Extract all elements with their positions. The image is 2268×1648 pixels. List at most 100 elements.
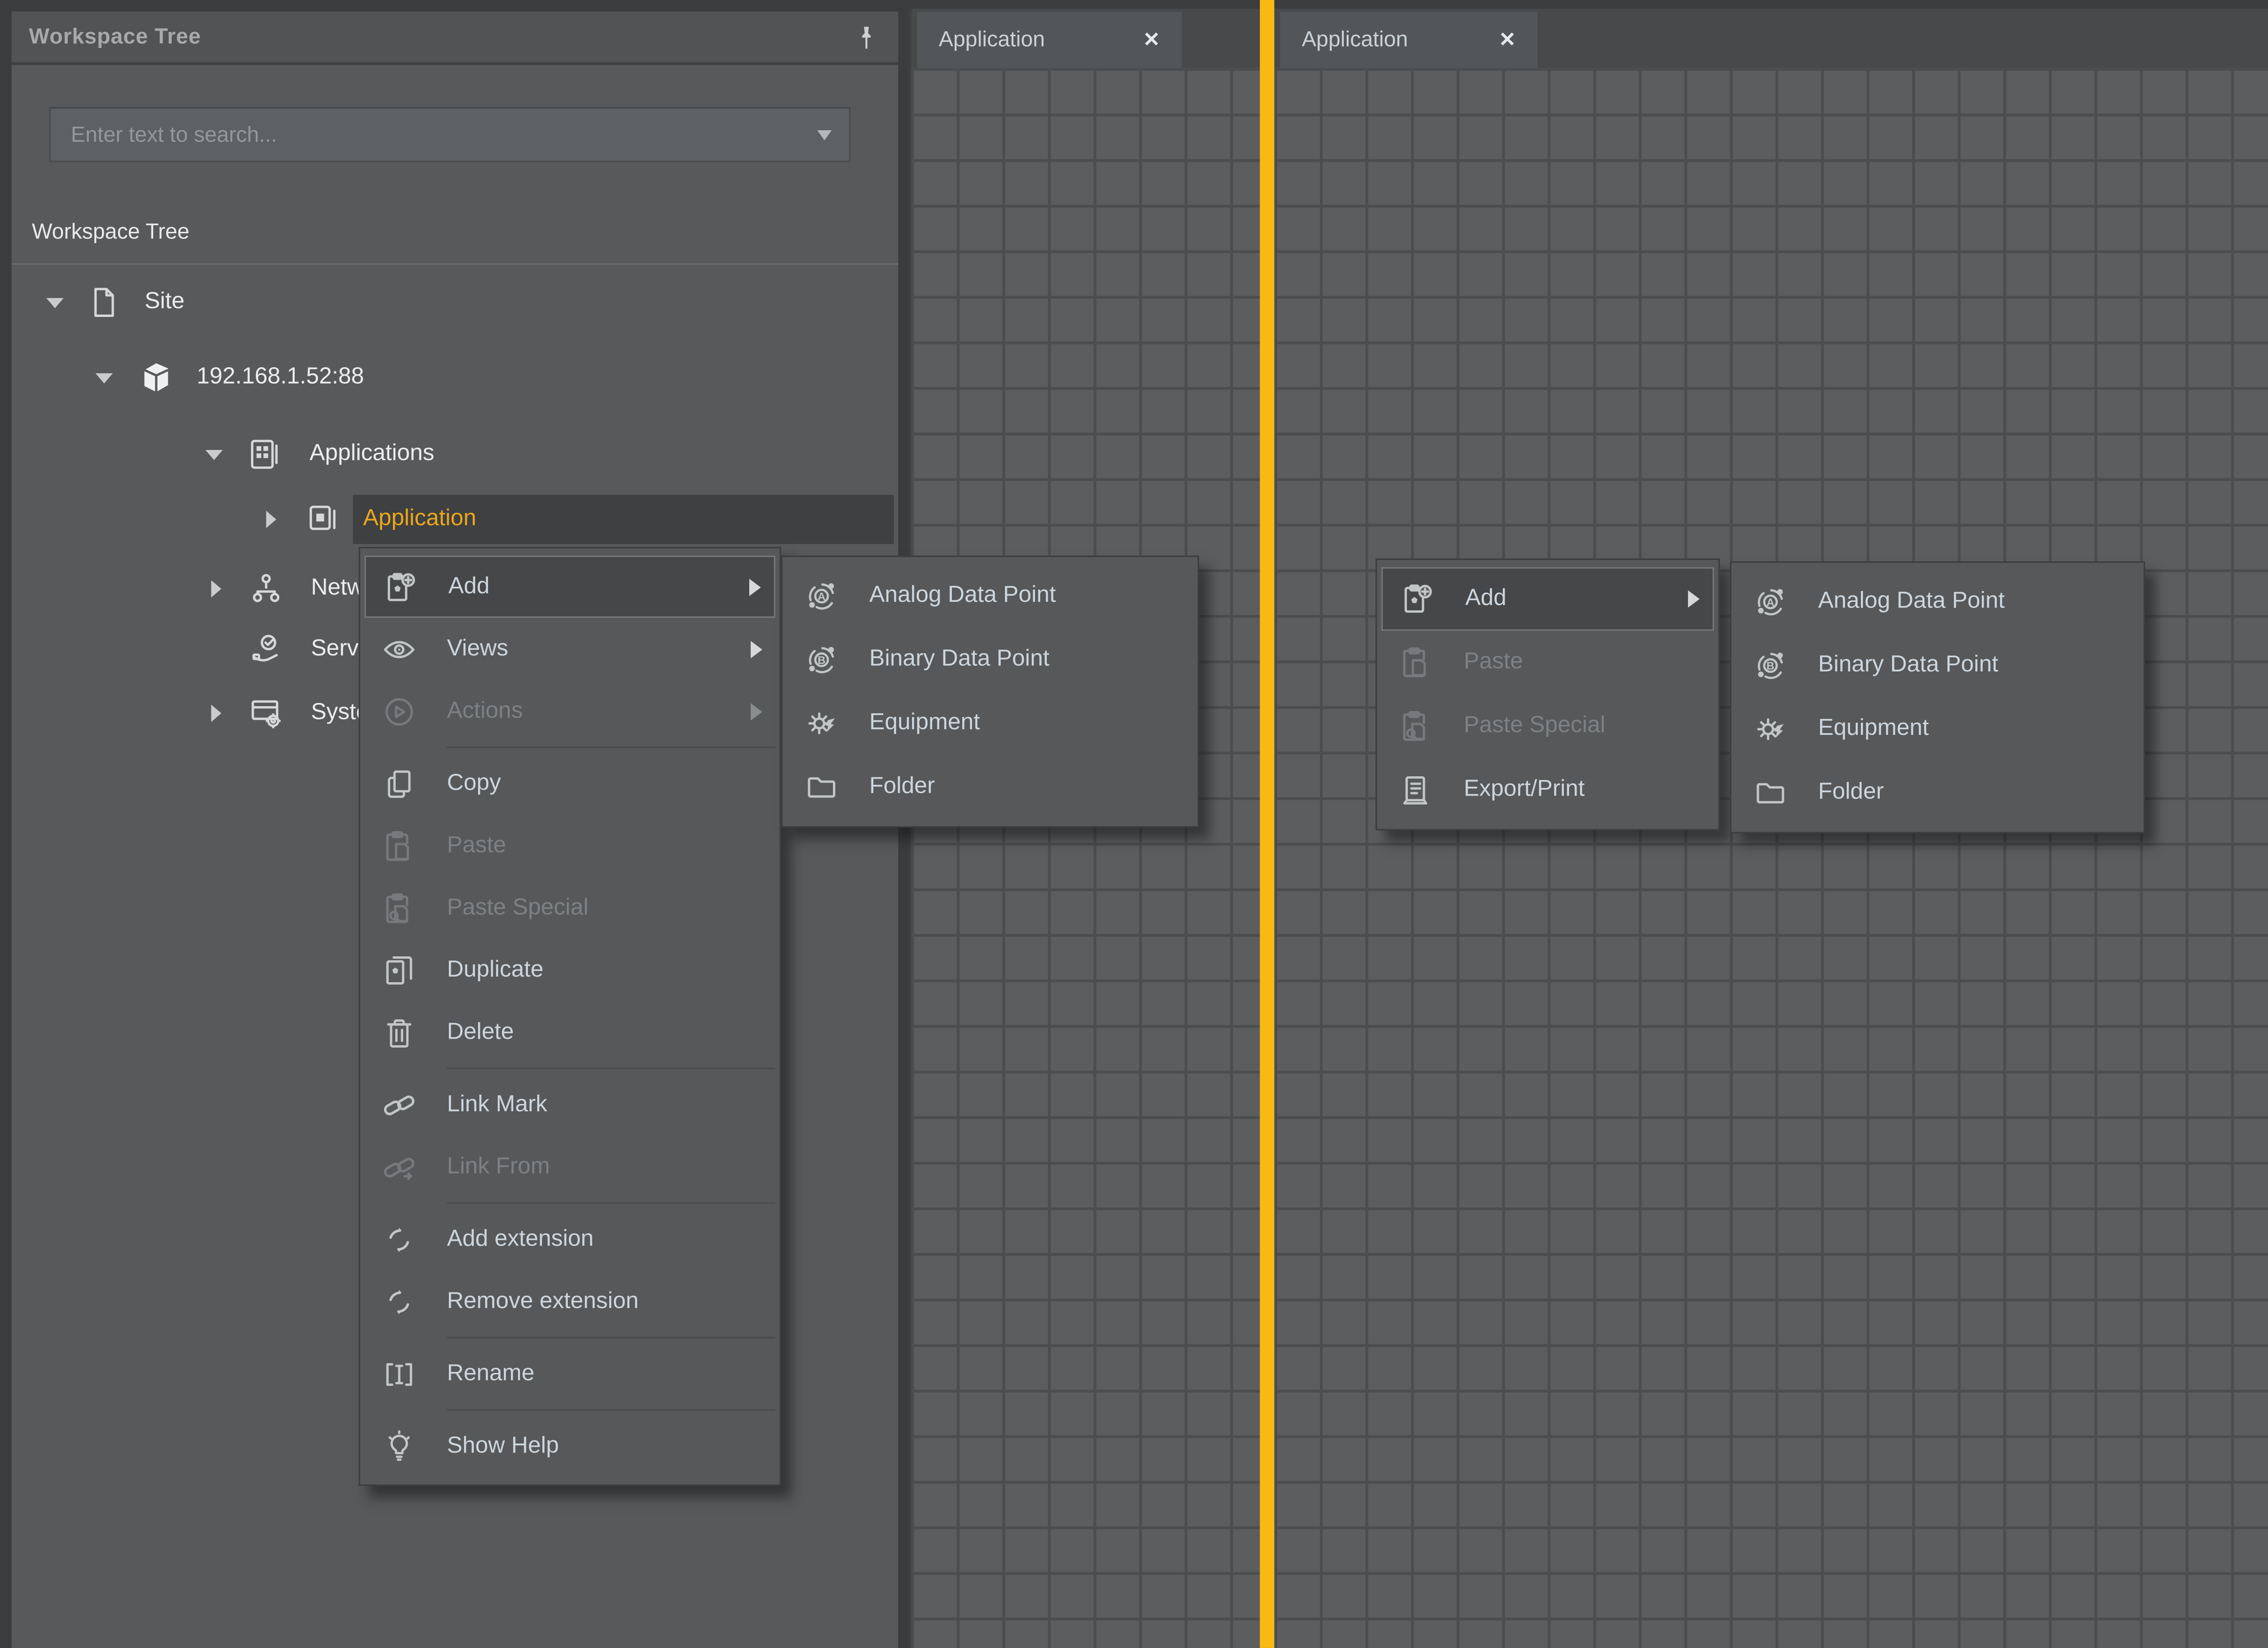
menu-item-remove-extension[interactable]: Remove extension bbox=[360, 1270, 779, 1333]
menu-separator bbox=[447, 1409, 776, 1411]
expand-arrow-icon[interactable] bbox=[266, 511, 276, 528]
wiresheet-pane-left: Application ✕ bbox=[908, 8, 1260, 1648]
submenu-arrow-icon bbox=[751, 702, 762, 720]
expand-arrow-icon[interactable] bbox=[211, 705, 221, 722]
help-icon bbox=[380, 1427, 418, 1465]
system-icon bbox=[247, 694, 285, 732]
menu-item-analog-data-point[interactable]: AAnalog Data Point bbox=[1731, 570, 2143, 633]
menu-item-label: Folder bbox=[1818, 780, 2129, 806]
services-icon bbox=[247, 631, 285, 669]
folder-icon bbox=[803, 768, 840, 806]
menu-item-add[interactable]: Add bbox=[364, 556, 775, 618]
svg-text:A: A bbox=[817, 590, 825, 602]
menu-item-folder[interactable]: Folder bbox=[1731, 761, 2143, 825]
tree-item-application[interactable]: Application bbox=[12, 495, 898, 544]
applications-icon bbox=[246, 435, 283, 473]
close-icon[interactable]: ✕ bbox=[1143, 27, 1160, 52]
chevron-down-icon[interactable] bbox=[817, 129, 832, 140]
pin-icon[interactable] bbox=[852, 23, 881, 52]
submenu-arrow-icon bbox=[749, 578, 761, 595]
context-menu-right: Add Paste Paste SpecialExport/Print bbox=[1375, 559, 1719, 831]
menu-item-label: Equipment bbox=[1818, 716, 2129, 742]
device-icon bbox=[136, 357, 176, 398]
caption-separator bbox=[12, 263, 898, 265]
equipment-icon bbox=[803, 705, 840, 742]
duplicate-icon bbox=[380, 951, 418, 989]
tree-item-label: Site bbox=[145, 289, 185, 315]
menu-item-paste-special: Paste Special bbox=[360, 877, 779, 939]
binary-icon: B bbox=[803, 641, 840, 678]
menu-item-rename[interactable]: Rename bbox=[360, 1343, 779, 1405]
tree-item-192-168-1-52-88[interactable]: 192.168.1.52:88 bbox=[12, 353, 898, 402]
menu-item-binary-data-point[interactable]: BBinary Data Point bbox=[783, 628, 1198, 692]
tab-application-left[interactable]: Application ✕ bbox=[917, 12, 1182, 68]
expand-arrow-icon[interactable] bbox=[211, 580, 221, 598]
tree-item-site[interactable]: Site bbox=[12, 278, 898, 327]
paste-icon bbox=[1397, 644, 1435, 681]
extension-icon bbox=[380, 1283, 418, 1320]
tree-caption: Workspace Tree bbox=[32, 220, 189, 244]
collapse-arrow-icon[interactable] bbox=[95, 373, 113, 384]
menu-item-label: Equipment bbox=[869, 710, 1183, 736]
menu-item-copy[interactable]: Copy bbox=[360, 752, 779, 814]
menu-item-link-from: Link From bbox=[360, 1136, 779, 1198]
tab-application-right[interactable]: Application ✕ bbox=[1280, 12, 1538, 68]
menu-item-label: Add bbox=[1465, 586, 1688, 612]
menu-separator bbox=[447, 1068, 776, 1069]
link-from-icon bbox=[380, 1148, 418, 1186]
menu-item-label: Link Mark bbox=[447, 1092, 765, 1118]
menu-item-label: Paste Special bbox=[447, 895, 765, 921]
collapse-arrow-icon[interactable] bbox=[46, 298, 63, 308]
menu-item-label: Show Help bbox=[447, 1433, 765, 1459]
panel-title: Workspace Tree bbox=[29, 24, 201, 49]
grid-canvas-left[interactable] bbox=[911, 68, 1260, 1648]
tree-item-label: Application bbox=[363, 506, 476, 532]
menu-item-duplicate[interactable]: Duplicate bbox=[360, 939, 779, 1001]
menu-item-paste-special: Paste Special bbox=[1377, 694, 1718, 758]
equipment-icon bbox=[1751, 710, 1789, 748]
menu-item-add[interactable]: Add bbox=[1381, 567, 1714, 631]
add-submenu: AAnalog Data PointBBinary Data Point Equi… bbox=[781, 556, 1199, 828]
menu-item-add-extension[interactable]: Add extension bbox=[360, 1208, 779, 1270]
search-input[interactable] bbox=[68, 121, 817, 148]
paste-special-icon bbox=[380, 889, 418, 927]
menu-item-label: Copy bbox=[447, 771, 765, 796]
menu-item-delete[interactable]: Delete bbox=[360, 1001, 779, 1063]
menu-item-label: Paste bbox=[1464, 650, 1704, 676]
grid-canvas-right[interactable] bbox=[1274, 68, 2268, 1648]
tab-label: Application bbox=[1302, 27, 1408, 52]
tree-item-applications[interactable]: Applications bbox=[12, 430, 898, 479]
close-icon[interactable]: ✕ bbox=[1499, 27, 1516, 52]
menu-separator bbox=[447, 1337, 776, 1338]
tree-item-label: Applications bbox=[310, 442, 435, 467]
menu-item-views[interactable]: Views bbox=[360, 618, 779, 680]
delete-icon bbox=[380, 1014, 418, 1051]
search-box[interactable] bbox=[49, 107, 851, 162]
menu-item-label: Duplicate bbox=[447, 957, 765, 983]
menu-item-equipment[interactable]: Equipment bbox=[783, 692, 1198, 755]
application-icon bbox=[304, 501, 341, 538]
submenu-arrow-icon bbox=[1688, 590, 1700, 607]
menu-item-label: Add bbox=[448, 574, 749, 599]
svg-text:B: B bbox=[817, 654, 825, 666]
menu-item-label: Binary Data Point bbox=[1818, 653, 2129, 678]
document-icon bbox=[86, 284, 123, 321]
pane-splitter[interactable] bbox=[1260, 0, 1274, 1648]
menu-item-label: Views bbox=[447, 636, 751, 662]
add-icon bbox=[1399, 580, 1436, 618]
collapse-arrow-icon[interactable] bbox=[205, 450, 223, 460]
menu-item-label: Paste bbox=[447, 833, 765, 859]
menu-separator bbox=[447, 747, 776, 748]
panel-header: Workspace Tree bbox=[12, 12, 898, 65]
menu-item-show-help[interactable]: Show Help bbox=[360, 1415, 779, 1477]
menu-item-equipment[interactable]: Equipment bbox=[1731, 697, 2143, 761]
svg-text:B: B bbox=[1766, 660, 1774, 672]
menu-item-folder[interactable]: Folder bbox=[783, 755, 1198, 819]
paste-special-icon bbox=[1397, 708, 1435, 745]
menu-item-export-print[interactable]: Export/Print bbox=[1377, 758, 1718, 821]
menu-item-link-mark[interactable]: Link Mark bbox=[360, 1073, 779, 1135]
application-window: Workspace Tree Workspace Tree Site 192.16… bbox=[0, 0, 2268, 1648]
menu-item-binary-data-point[interactable]: B Binary Data Point bbox=[1731, 634, 2143, 697]
menu-item-analog-data-point[interactable]: AAnalog Data Point bbox=[783, 564, 1198, 628]
extension-icon bbox=[380, 1221, 418, 1258]
